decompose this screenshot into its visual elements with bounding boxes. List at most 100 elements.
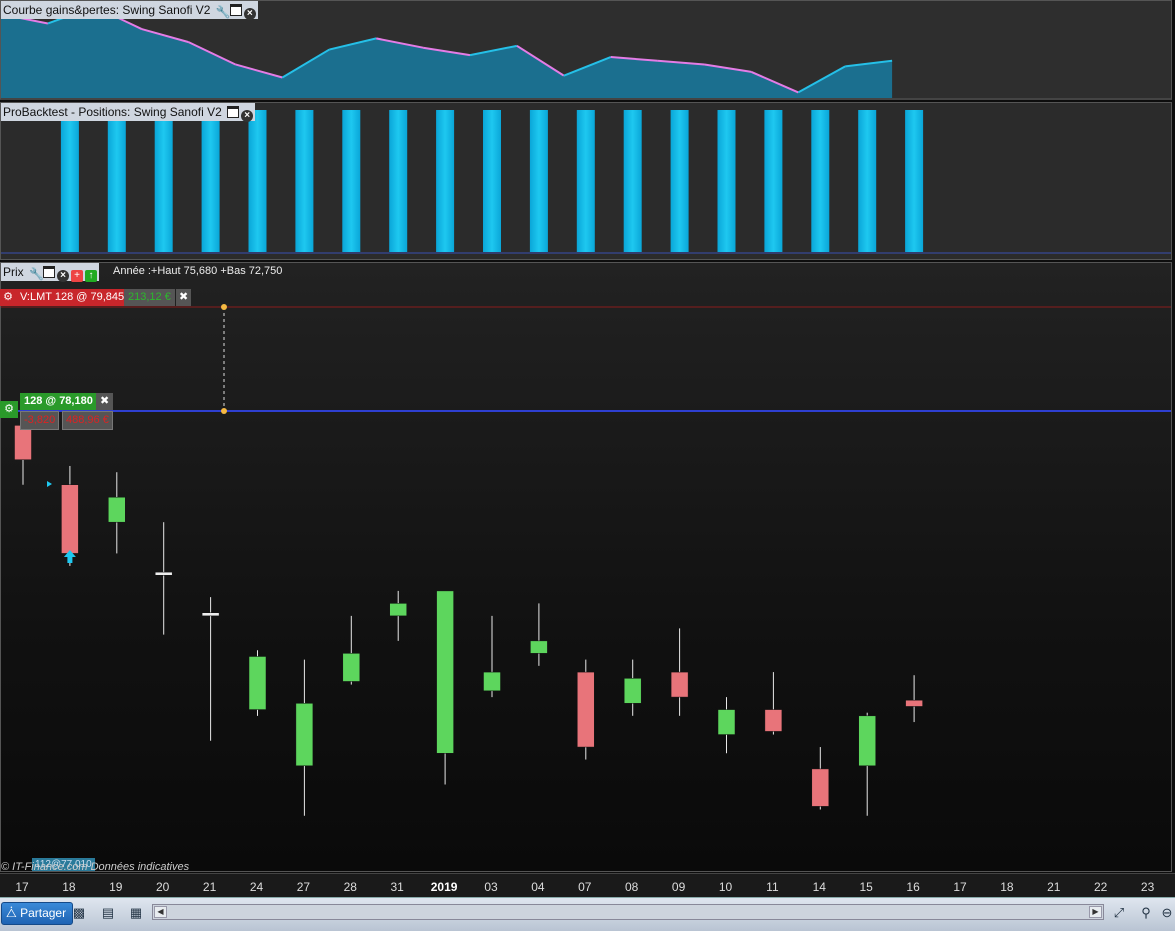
candle-up bbox=[389, 603, 407, 617]
position-bar bbox=[670, 110, 689, 252]
sell-order-gear-icon[interactable]: ⚙ bbox=[0, 289, 16, 306]
positions-panel-title[interactable]: ProBacktest - Positions: Swing Sanofi V2… bbox=[1, 103, 256, 122]
x-tick-label: 07 bbox=[578, 880, 592, 894]
table-icon[interactable]: ▦ bbox=[127, 904, 145, 921]
sell-order-label[interactable]: V:LMT 128 @ 79,845 bbox=[16, 289, 129, 306]
share-icon: ⧊ bbox=[6, 906, 17, 920]
magnifier-icon[interactable]: ⚲ bbox=[1137, 904, 1155, 921]
close-icon[interactable]: × bbox=[243, 8, 256, 20]
x-tick-label: 08 bbox=[625, 880, 639, 894]
position-bar bbox=[107, 110, 126, 252]
x-tick-label: 24 bbox=[249, 880, 264, 894]
date-axis[interactable]: 17 18 19 20 21 24 27 28 31 2019 03 04 07 08 09 10 11 14 15… bbox=[0, 873, 1175, 898]
position-bar bbox=[764, 110, 783, 252]
wrench-icon[interactable]: 🔧 bbox=[29, 268, 44, 281]
close-icon[interactable]: × bbox=[57, 270, 70, 282]
entry-marker-icon bbox=[47, 481, 52, 487]
list-icon[interactable]: ▤ bbox=[99, 904, 117, 921]
position-bar bbox=[60, 110, 79, 252]
positions-title-text: ProBacktest - Positions: Swing Sanofi V2 bbox=[3, 105, 222, 119]
position-bar bbox=[811, 110, 830, 252]
candle-up bbox=[248, 656, 267, 710]
chart-type-icon[interactable]: ▩ bbox=[70, 904, 88, 921]
x-tick-label: 17 bbox=[15, 880, 29, 894]
position-bar bbox=[342, 110, 361, 252]
candle-down bbox=[61, 484, 79, 554]
candle-up bbox=[342, 653, 361, 682]
price-title-text: Prix bbox=[3, 265, 24, 279]
sell-order-pnl: 213,12 € bbox=[124, 289, 175, 306]
candle-down bbox=[14, 425, 32, 460]
candle-up bbox=[201, 612, 220, 617]
x-tick-label: 17 bbox=[953, 880, 967, 894]
x-tick-label: 10 bbox=[718, 880, 733, 894]
position-bar bbox=[201, 110, 220, 252]
x-tick-label: 09 bbox=[671, 880, 686, 894]
buy-position-close-icon[interactable]: ✖ bbox=[96, 393, 114, 410]
copyright-text: © IT-Finance.com Données indicatives bbox=[1, 861, 190, 873]
candle-down bbox=[154, 571, 173, 576]
sell-order-handle bbox=[221, 304, 227, 310]
wrench-icon[interactable]: 🔧 bbox=[216, 6, 231, 19]
equity-curve-panel: Courbe gains&pertes: Swing Sanofi V2 🔧 × bbox=[0, 0, 1172, 100]
x-tick-label: 27 bbox=[296, 880, 311, 894]
x-tick-label: 18 bbox=[1000, 880, 1014, 894]
position-bar bbox=[154, 110, 173, 252]
x-tick-label: 20 bbox=[156, 880, 170, 894]
price-chart bbox=[1, 304, 1171, 816]
window-icon[interactable] bbox=[229, 4, 242, 16]
candle-up bbox=[858, 715, 876, 767]
x-tick-label: 2019 bbox=[430, 880, 458, 894]
position-bar bbox=[529, 110, 548, 252]
candle-down bbox=[577, 671, 595, 748]
scroll-left-arrow-icon[interactable]: ◀ bbox=[154, 906, 167, 918]
buy-order-handle bbox=[221, 408, 227, 414]
price-panel-title[interactable]: Prix 🔧 × + ↑ bbox=[1, 263, 100, 282]
buy-position-gear-icon[interactable]: ⚙ bbox=[0, 401, 18, 418]
positions-chart bbox=[1, 110, 1171, 254]
x-tick-label: 21 bbox=[1047, 880, 1061, 894]
candle-up bbox=[483, 671, 501, 692]
equity-panel-title[interactable]: Courbe gains&pertes: Swing Sanofi V2 🔧 × bbox=[1, 1, 258, 20]
share-button[interactable]: ⧊ Partager bbox=[1, 902, 74, 925]
candle-up bbox=[623, 678, 642, 704]
positions-panel: ProBacktest - Positions: Swing Sanofi V2… bbox=[0, 102, 1172, 260]
close-icon[interactable]: × bbox=[241, 110, 254, 122]
buy-position-points: -3,820 bbox=[20, 411, 60, 430]
x-tick-label: 31 bbox=[390, 880, 404, 894]
position-bar bbox=[858, 110, 877, 252]
zoom-out-icon[interactable]: ⊖ bbox=[1160, 904, 1174, 921]
buy-order-icon[interactable]: ↑ bbox=[85, 270, 98, 282]
position-bar bbox=[576, 110, 595, 252]
position-bar bbox=[905, 110, 924, 252]
sell-order-icon[interactable]: + bbox=[71, 270, 84, 282]
x-tick-label: 21 bbox=[202, 880, 217, 894]
x-tick-label: 14 bbox=[812, 880, 826, 894]
x-tick-label: 03 bbox=[484, 880, 498, 894]
position-bar bbox=[436, 110, 455, 252]
x-tick-label: 19 bbox=[109, 880, 123, 894]
buy-position-pnl: 488,96 € bbox=[62, 411, 113, 430]
candle-down bbox=[764, 709, 783, 732]
equity-title-text: Courbe gains&pertes: Swing Sanofi V2 bbox=[3, 3, 211, 17]
candle-up bbox=[717, 709, 736, 735]
bottom-toolbar: ⧊ Partager ▩ ▤ ▦ ◀ ▶ ⤢ ⚲ ⊖ bbox=[0, 897, 1175, 931]
position-bar bbox=[248, 110, 267, 252]
window-icon[interactable] bbox=[227, 106, 240, 118]
candle-up bbox=[295, 703, 314, 767]
x-tick-label: 22 bbox=[1094, 880, 1108, 894]
window-icon[interactable] bbox=[43, 266, 56, 278]
position-bar bbox=[717, 110, 736, 252]
scroll-right-arrow-icon[interactable]: ▶ bbox=[1089, 906, 1102, 918]
x-tick-label: 18 bbox=[62, 880, 76, 894]
horizontal-scrollbar[interactable]: ◀ ▶ bbox=[152, 904, 1104, 920]
sell-order-close-icon[interactable]: ✖ bbox=[176, 289, 192, 306]
x-tick-label: 28 bbox=[343, 880, 357, 894]
candle-up bbox=[530, 640, 548, 654]
buy-position-label[interactable]: 128 @ 78,180 bbox=[20, 393, 97, 410]
x-tick-label: 04 bbox=[531, 880, 545, 894]
x-tick-label: 16 bbox=[906, 880, 920, 894]
zoom-fit-icon[interactable]: ⤢ bbox=[1110, 904, 1128, 921]
x-tick-label: 23 bbox=[1140, 880, 1155, 894]
candle-up bbox=[436, 590, 454, 754]
